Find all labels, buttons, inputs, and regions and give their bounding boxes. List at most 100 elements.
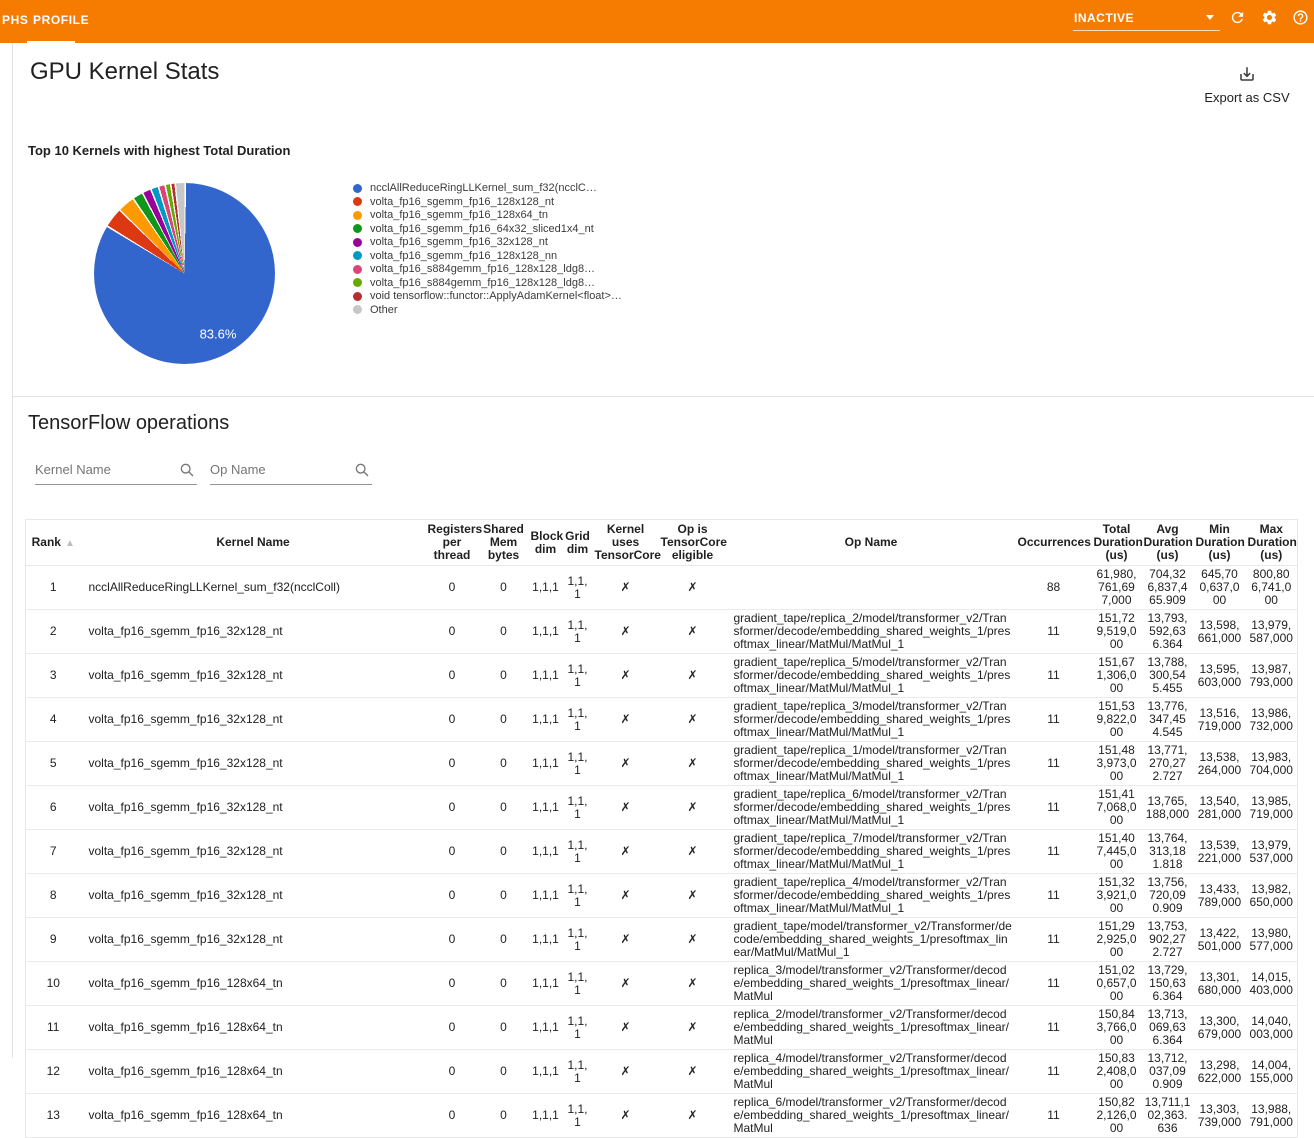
cell-shared: 0 (479, 610, 529, 654)
cell-grid: 1,1,1 (563, 742, 593, 786)
help-icon (1292, 9, 1309, 26)
pie-chart[interactable]: 83.6% (94, 183, 275, 364)
table-row: 6volta_fp16_sgemm_fp16_32x128_nt001,1,11… (26, 786, 1298, 830)
cell-occ: 11 (1016, 698, 1092, 742)
cell-op: replica_4/model/transformer_v2/Transform… (727, 1050, 1016, 1094)
tab-graphs[interactable]: PHS (2, 13, 28, 27)
column-header-op[interactable]: Op Name (727, 520, 1016, 566)
column-header-min[interactable]: Min Duration (us) (1194, 520, 1246, 566)
cell-total: 151,020,657,000 (1092, 962, 1142, 1006)
cell-avg: 13,771,270,272.727 (1142, 742, 1194, 786)
legend-label: volta_fp16_sgemm_fp16_128x64_tn (370, 210, 548, 222)
cell-occ: 11 (1016, 918, 1092, 962)
op-name-search-input[interactable] (210, 455, 348, 483)
cell-rank: 9 (26, 918, 81, 962)
legend-swatch (353, 184, 362, 193)
cell-op: gradient_tape/replica_4/model/transforme… (727, 874, 1016, 918)
cell-min: 13,301,680,000 (1194, 962, 1246, 1006)
column-header-grid[interactable]: Grid dim (563, 520, 593, 566)
cell-kernel: volta_fp16_sgemm_fp16_32x128_nt (81, 786, 426, 830)
run-selector[interactable]: INACTIVE (1073, 0, 1220, 31)
help-button[interactable] (1292, 9, 1309, 26)
cell-shared: 0 (479, 1006, 529, 1050)
column-header-regs[interactable]: Registers per thread (426, 520, 479, 566)
settings-button[interactable] (1261, 9, 1278, 26)
cell-rank: 2 (26, 610, 81, 654)
cell-kernel_tc: ✗ (593, 962, 659, 1006)
cell-block: 1,1,1 (529, 786, 563, 830)
table-row: 7volta_fp16_sgemm_fp16_32x128_nt001,1,11… (26, 830, 1298, 874)
cell-grid: 1,1,1 (563, 1094, 593, 1138)
cell-min: 13,300,679,000 (1194, 1006, 1246, 1050)
cell-grid: 1,1,1 (563, 830, 593, 874)
cell-block: 1,1,1 (529, 1006, 563, 1050)
cell-op_tc: ✗ (659, 742, 727, 786)
cell-avg: 13,713,069,636.364 (1142, 1006, 1194, 1050)
legend-label: volta_fp16_s884gemm_fp16_128x128_ldg8… (370, 278, 595, 290)
legend-item: void tensorflow::functor::ApplyAdamKerne… (353, 291, 638, 303)
legend-swatch (353, 265, 362, 274)
cell-avg: 13,753,902,272.727 (1142, 918, 1194, 962)
cell-regs: 0 (426, 786, 479, 830)
chart-title: Top 10 Kernels with highest Total Durati… (28, 143, 290, 158)
column-header-op_tc[interactable]: Op is TensorCore eligible (659, 520, 727, 566)
legend-swatch (353, 292, 362, 301)
cell-op: gradient_tape/model/transformer_v2/Trans… (727, 918, 1016, 962)
cell-kernel: volta_fp16_sgemm_fp16_128x64_tn (81, 1094, 426, 1138)
cell-max: 14,040,003,000 (1246, 1006, 1298, 1050)
column-header-rank[interactable]: Rank▲ (26, 520, 81, 566)
table-row: 10volta_fp16_sgemm_fp16_128x64_tn001,1,1… (26, 962, 1298, 1006)
export-csv-button[interactable]: Export as CSV (1190, 65, 1304, 105)
tab-profile[interactable]: PROFILE (33, 13, 89, 27)
cell-op: replica_3/model/transformer_v2/Transform… (727, 962, 1016, 1006)
cell-rank: 1 (26, 566, 81, 610)
search-row (35, 455, 385, 485)
column-header-kernel_tc[interactable]: Kernel uses TensorCore (593, 520, 659, 566)
cell-max: 13,979,537,000 (1246, 830, 1298, 874)
cell-rank: 12 (26, 1050, 81, 1094)
cell-grid: 1,1,1 (563, 566, 593, 610)
cell-avg: 13,764,313,181.818 (1142, 830, 1194, 874)
cell-op: gradient_tape/replica_1/model/transforme… (727, 742, 1016, 786)
legend-swatch (353, 305, 362, 314)
table-row: 3volta_fp16_sgemm_fp16_32x128_nt001,1,11… (26, 654, 1298, 698)
cell-max: 14,004,155,000 (1246, 1050, 1298, 1094)
tf-operations-title: TensorFlow operations (28, 412, 229, 435)
cell-total: 151,323,921,000 (1092, 874, 1142, 918)
cell-kernel_tc: ✗ (593, 1006, 659, 1050)
cell-grid: 1,1,1 (563, 918, 593, 962)
cell-op_tc: ✗ (659, 786, 727, 830)
column-header-block[interactable]: Block dim (529, 520, 563, 566)
cell-total: 150,822,126,000 (1092, 1094, 1142, 1138)
cell-kernel_tc: ✗ (593, 566, 659, 610)
cell-shared: 0 (479, 742, 529, 786)
cell-kernel_tc: ✗ (593, 1094, 659, 1138)
cell-max: 13,983,704,000 (1246, 742, 1298, 786)
refresh-button[interactable] (1229, 9, 1246, 26)
column-header-kernel[interactable]: Kernel Name (81, 520, 426, 566)
table-row: 13volta_fp16_sgemm_fp16_128x64_tn001,1,1… (26, 1094, 1298, 1138)
cell-shared: 0 (479, 698, 529, 742)
cell-regs: 0 (426, 1094, 479, 1138)
cell-total: 151,407,445,000 (1092, 830, 1142, 874)
cell-block: 1,1,1 (529, 698, 563, 742)
column-header-occ[interactable]: Occurrences (1016, 520, 1092, 566)
cell-kernel: volta_fp16_sgemm_fp16_32x128_nt (81, 874, 426, 918)
column-header-max[interactable]: Max Duration (us) (1246, 520, 1298, 566)
legend-swatch (353, 224, 362, 233)
cell-op_tc: ✗ (659, 874, 727, 918)
cell-rank: 10 (26, 962, 81, 1006)
legend-item: volta_fp16_sgemm_fp16_128x128_nt (353, 197, 638, 209)
section-divider (13, 396, 1314, 397)
column-header-total[interactable]: Total Duration (us) (1092, 520, 1142, 566)
cell-min: 13,422,501,000 (1194, 918, 1246, 962)
active-tab-indicator (27, 41, 75, 43)
cell-kernel_tc: ✗ (593, 830, 659, 874)
kernel-name-search-input[interactable] (35, 455, 173, 483)
cell-regs: 0 (426, 830, 479, 874)
column-header-shared[interactable]: Shared Mem bytes (479, 520, 529, 566)
table-row: 4volta_fp16_sgemm_fp16_32x128_nt001,1,11… (26, 698, 1298, 742)
column-header-avg[interactable]: Avg Duration (us) (1142, 520, 1194, 566)
legend-swatch (353, 211, 362, 220)
table-header-row: Rank▲Kernel NameRegisters per threadShar… (26, 520, 1298, 566)
